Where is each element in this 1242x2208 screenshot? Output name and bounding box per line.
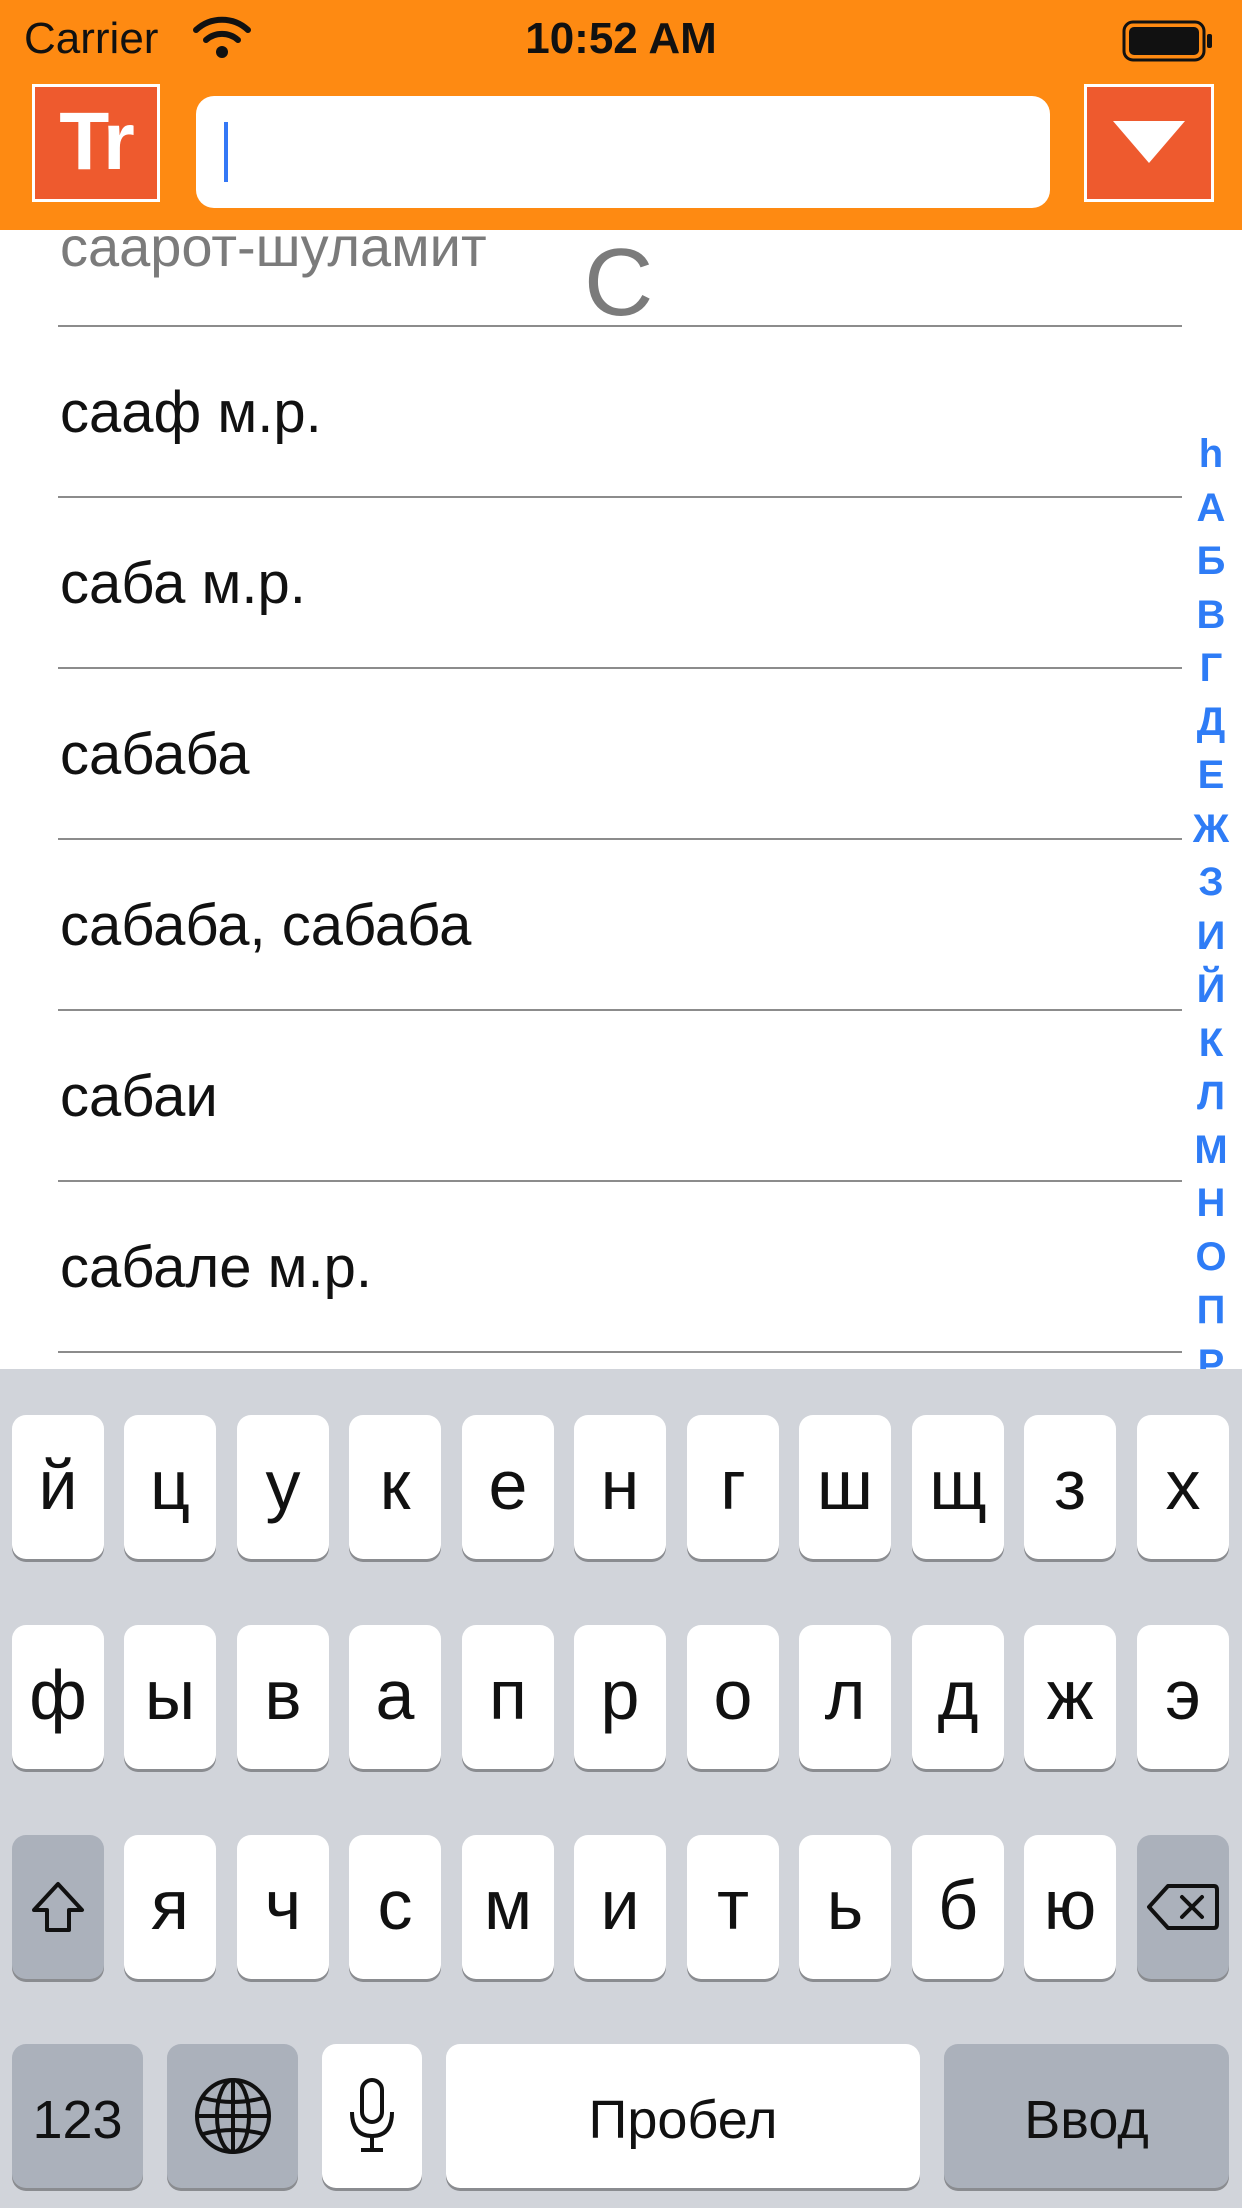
index-letter[interactable]: һ (1180, 428, 1242, 482)
key-и[interactable]: и (574, 1835, 666, 1979)
partial-list-item[interactable]: саарот-шуламит (60, 230, 487, 279)
list-item-label: саба м.р. (60, 551, 306, 616)
shift-key[interactable] (12, 1835, 104, 1979)
index-letter[interactable]: А (1180, 482, 1242, 536)
translate-mode-button[interactable]: Tr (32, 84, 160, 202)
index-letter[interactable]: Ж (1180, 803, 1242, 857)
index-letter[interactable]: Б (1180, 535, 1242, 589)
list-item-label: сабаба (60, 722, 250, 787)
text-caret (224, 122, 228, 182)
shift-icon (32, 1882, 84, 1932)
index-letter[interactable]: Г (1180, 642, 1242, 696)
section-index[interactable]: һ А Б В Г Д Е Ж З И Й К Л М Н О П Р (1180, 428, 1242, 1391)
key-г[interactable]: г (687, 1415, 779, 1559)
on-screen-keyboard: й ц у к е н г ш щ з х ф ы в а п р о л д … (0, 1369, 1242, 2208)
key-я[interactable]: я (124, 1835, 216, 1979)
list-item-label: сабаба, сабаба (60, 893, 472, 958)
battery-icon (1122, 20, 1212, 62)
index-letter[interactable]: И (1180, 910, 1242, 964)
list-item-label: сааф м.р. (60, 380, 322, 445)
index-letter[interactable]: Н (1180, 1177, 1242, 1231)
key-с[interactable]: с (349, 1835, 441, 1979)
key-э[interactable]: э (1137, 1625, 1229, 1769)
index-letter[interactable]: П (1180, 1284, 1242, 1338)
list-item[interactable]: сабаба (0, 669, 1180, 839)
chevron-down-icon (1113, 121, 1185, 163)
list-item[interactable]: сабаба, сабаба (0, 840, 1180, 1010)
key-ы[interactable]: ы (124, 1625, 216, 1769)
key-у[interactable]: у (237, 1415, 329, 1559)
index-letter[interactable]: О (1180, 1231, 1242, 1285)
app-header: Carrier 10:52 AM Tr (0, 0, 1242, 230)
key-ж[interactable]: ж (1024, 1625, 1116, 1769)
key-ш[interactable]: ш (799, 1415, 891, 1559)
microphone-icon (350, 2078, 394, 2152)
index-letter[interactable]: К (1180, 1017, 1242, 1071)
translate-mode-label: Tr (59, 96, 134, 187)
key-д[interactable]: д (912, 1625, 1004, 1769)
key-б[interactable]: б (912, 1835, 1004, 1979)
key-е[interactable]: е (462, 1415, 554, 1559)
key-ч[interactable]: ч (237, 1835, 329, 1979)
index-letter[interactable]: Л (1180, 1070, 1242, 1124)
key-ю[interactable]: ю (1024, 1835, 1116, 1979)
key-ц[interactable]: ц (124, 1415, 216, 1559)
key-ь[interactable]: ь (799, 1835, 891, 1979)
list-item-label: сабаи (60, 1064, 218, 1129)
dictation-key[interactable] (322, 2044, 422, 2188)
key-к[interactable]: к (349, 1415, 441, 1559)
key-л[interactable]: л (799, 1625, 891, 1769)
numbers-key[interactable]: 123 (12, 2044, 143, 2188)
dropdown-button[interactable] (1084, 84, 1214, 202)
status-time: 10:52 AM (525, 14, 717, 63)
key-о[interactable]: о (687, 1625, 779, 1769)
list-item[interactable]: саба м.р. (0, 498, 1180, 668)
key-х[interactable]: х (1137, 1415, 1229, 1559)
key-й[interactable]: й (12, 1415, 104, 1559)
enter-key[interactable]: Ввод (944, 2044, 1229, 2188)
list-item-label: сабале м.р. (60, 1235, 372, 1300)
index-letter[interactable]: В (1180, 589, 1242, 643)
section-header-letter: С (584, 230, 654, 336)
search-input[interactable] (196, 96, 1050, 208)
list-item[interactable]: сабаи (0, 1011, 1180, 1181)
key-н[interactable]: н (574, 1415, 666, 1559)
key-р[interactable]: р (574, 1625, 666, 1769)
backspace-key[interactable] (1137, 1835, 1229, 1979)
key-а[interactable]: а (349, 1625, 441, 1769)
globe-key[interactable] (167, 2044, 298, 2188)
backspace-icon (1147, 1884, 1219, 1930)
index-letter[interactable]: Й (1180, 963, 1242, 1017)
key-ф[interactable]: ф (12, 1625, 104, 1769)
list-item[interactable]: сабале м.р. (0, 1182, 1180, 1352)
key-щ[interactable]: щ (912, 1415, 1004, 1559)
list-item[interactable]: сааф м.р. (0, 327, 1180, 497)
index-letter[interactable]: Д (1180, 696, 1242, 750)
index-letter[interactable]: М (1180, 1124, 1242, 1178)
key-з[interactable]: з (1024, 1415, 1116, 1559)
index-letter[interactable]: З (1180, 856, 1242, 910)
index-letter[interactable]: Е (1180, 749, 1242, 803)
word-list[interactable]: саарот-шуламит С сааф м.р. саба м.р. саб… (0, 230, 1242, 1370)
key-м[interactable]: м (462, 1835, 554, 1979)
key-п[interactable]: п (462, 1625, 554, 1769)
key-в[interactable]: в (237, 1625, 329, 1769)
globe-icon (194, 2078, 271, 2154)
row-separator (58, 1351, 1182, 1353)
space-key[interactable]: Пробел (446, 2044, 920, 2188)
key-т[interactable]: т (687, 1835, 779, 1979)
